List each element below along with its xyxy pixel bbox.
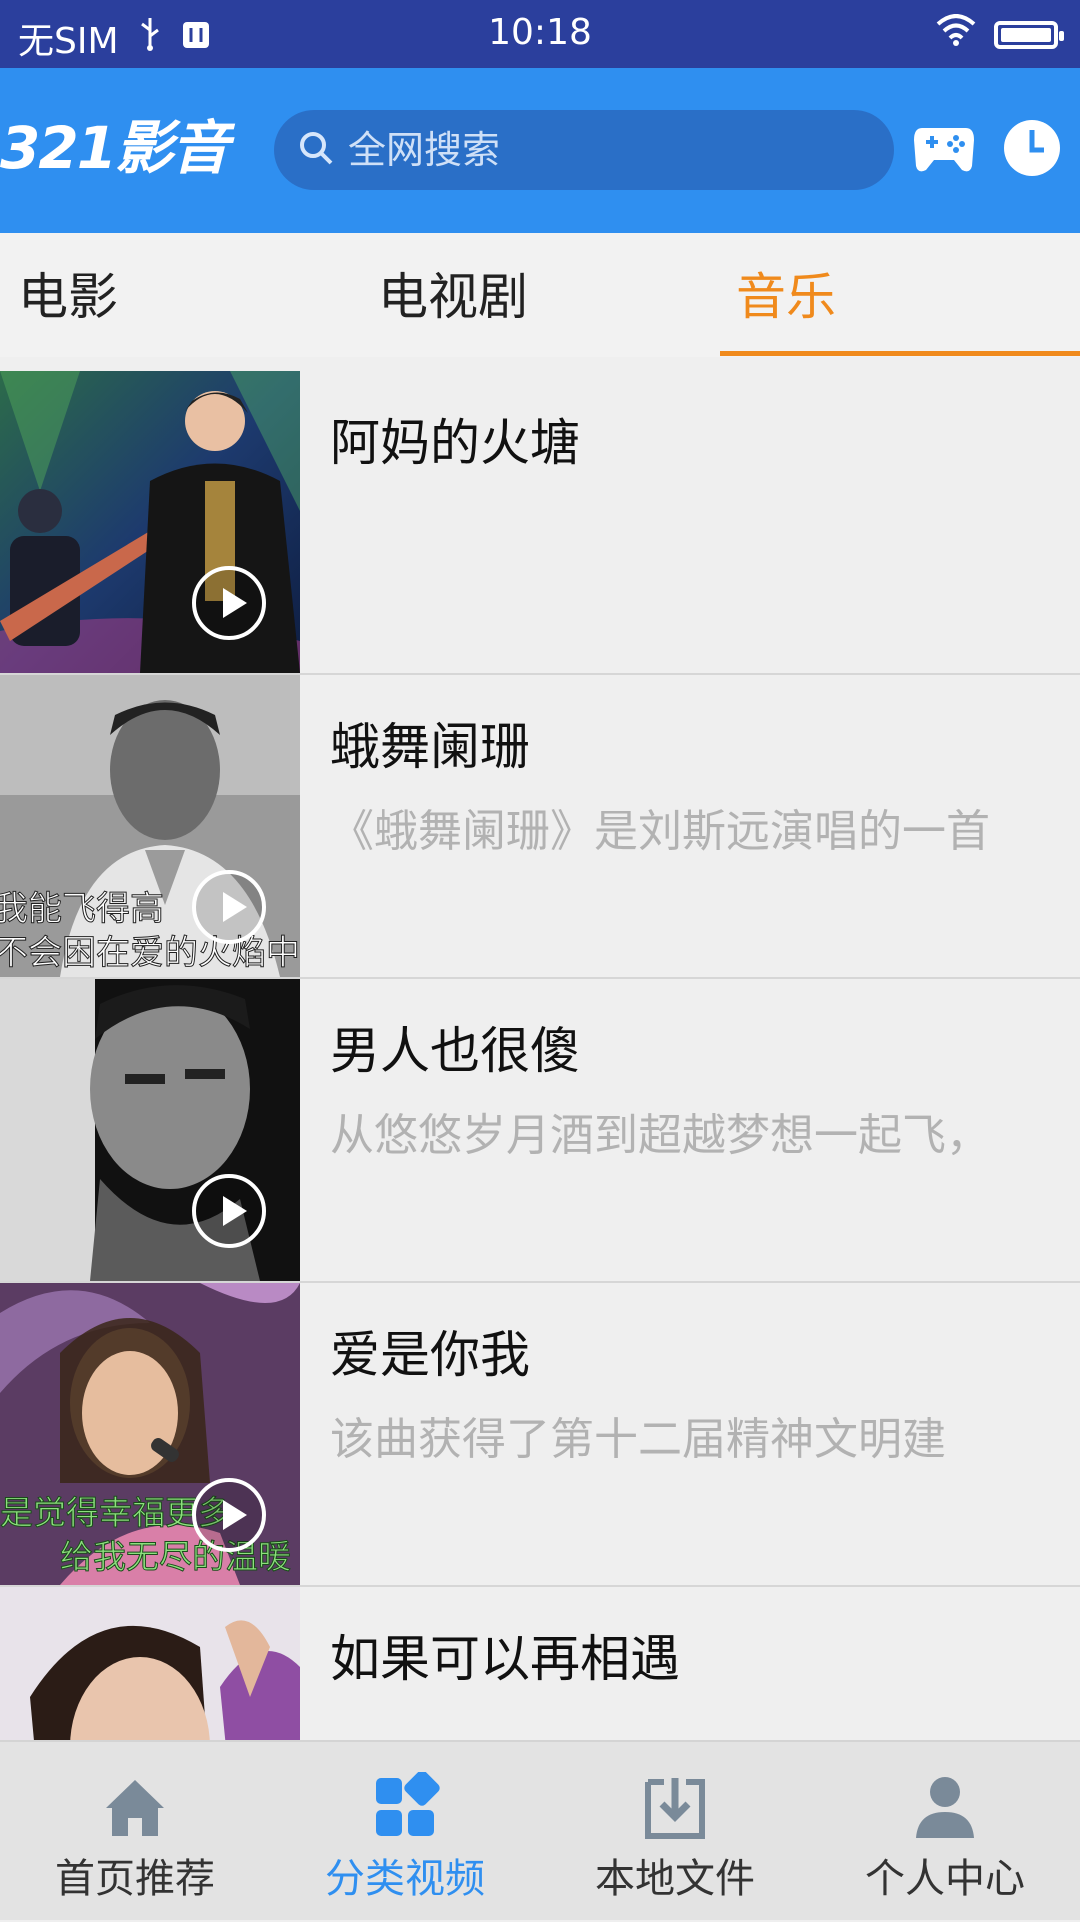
video-title: 蛾舞阑珊 (330, 718, 530, 776)
music-video-list: 阿妈的火塘 我能飞得高 不会困在爱的火焰中 蛾舞阑珊 《蛾舞阑珊》是刘斯远演唱的… (0, 371, 1080, 1891)
history-clock-icon[interactable] (1000, 116, 1064, 184)
bottom-navigation: 首页推荐 分类视频 本地文件 个人中心 (0, 1740, 1080, 1920)
category-tabs: 电影 电视剧 音乐 (0, 233, 1080, 357)
video-title: 阿妈的火塘 (330, 414, 580, 472)
nav-local-files[interactable]: 本地文件 (540, 1742, 810, 1922)
home-icon (100, 1772, 170, 1842)
gamepad-icon[interactable] (912, 120, 976, 180)
list-item[interactable]: 男人也很傻 从悠悠岁月酒到超越梦想一起飞， (0, 979, 1080, 1283)
nav-profile[interactable]: 个人中心 (810, 1742, 1080, 1922)
list-item[interactable]: 阿妈的火塘 (0, 371, 1080, 675)
video-description: 该曲获得了第十二届精神文明建 (330, 1414, 946, 1465)
nav-label: 首页推荐 (55, 1856, 215, 1902)
active-tab-indicator (720, 351, 1080, 356)
nav-home[interactable]: 首页推荐 (0, 1742, 270, 1922)
list-item[interactable]: 我能飞得高 不会困在爱的火焰中 蛾舞阑珊 《蛾舞阑珊》是刘斯远演唱的一首 (0, 675, 1080, 979)
video-thumbnail[interactable] (0, 979, 300, 1281)
video-thumbnail[interactable]: 我能飞得高 不会困在爱的火焰中 (0, 675, 300, 977)
video-description: 从悠悠岁月酒到超越梦想一起飞， (330, 1110, 990, 1161)
search-input[interactable] (346, 127, 850, 173)
category-icon (370, 1770, 440, 1842)
video-title: 如果可以再相遇 (330, 1630, 680, 1688)
wifi-icon (936, 14, 976, 55)
play-icon[interactable] (192, 1478, 266, 1552)
search-icon (296, 128, 336, 172)
download-icon (640, 1772, 710, 1842)
tab-music[interactable]: 音乐 (736, 257, 836, 329)
nav-category-videos[interactable]: 分类视频 (270, 1742, 540, 1922)
nav-label: 分类视频 (325, 1856, 485, 1902)
list-item[interactable]: 是觉得幸福更多 给我无尽的温暖 爱是你我 该曲获得了第十二届精神文明建 (0, 1283, 1080, 1587)
user-icon (910, 1772, 980, 1842)
status-bar: 无SIM 10:18 (0, 0, 1080, 68)
play-icon[interactable] (192, 566, 266, 640)
video-title: 男人也很傻 (330, 1022, 580, 1080)
play-icon[interactable] (192, 870, 266, 944)
app-header: 321影音 (0, 68, 1080, 233)
nav-label: 本地文件 (595, 1856, 755, 1902)
video-title: 爱是你我 (330, 1326, 530, 1384)
video-thumbnail[interactable] (0, 371, 300, 673)
battery-icon (994, 20, 1064, 49)
tab-tv-series[interactable]: 电视剧 (378, 257, 528, 329)
nav-label: 个人中心 (865, 1856, 1025, 1902)
app-logo: 321影音 (0, 114, 229, 182)
play-icon[interactable] (192, 1174, 266, 1248)
tab-movie[interactable]: 电影 (18, 257, 118, 329)
clock: 10:18 (488, 12, 592, 53)
thumbnail-subtitle-line: 不会困在爱的火焰中 (0, 933, 300, 974)
video-thumbnail[interactable]: 是觉得幸福更多 给我无尽的温暖 (0, 1283, 300, 1585)
video-description: 《蛾舞阑珊》是刘斯远演唱的一首 (330, 806, 990, 857)
search-bar[interactable] (274, 110, 894, 190)
